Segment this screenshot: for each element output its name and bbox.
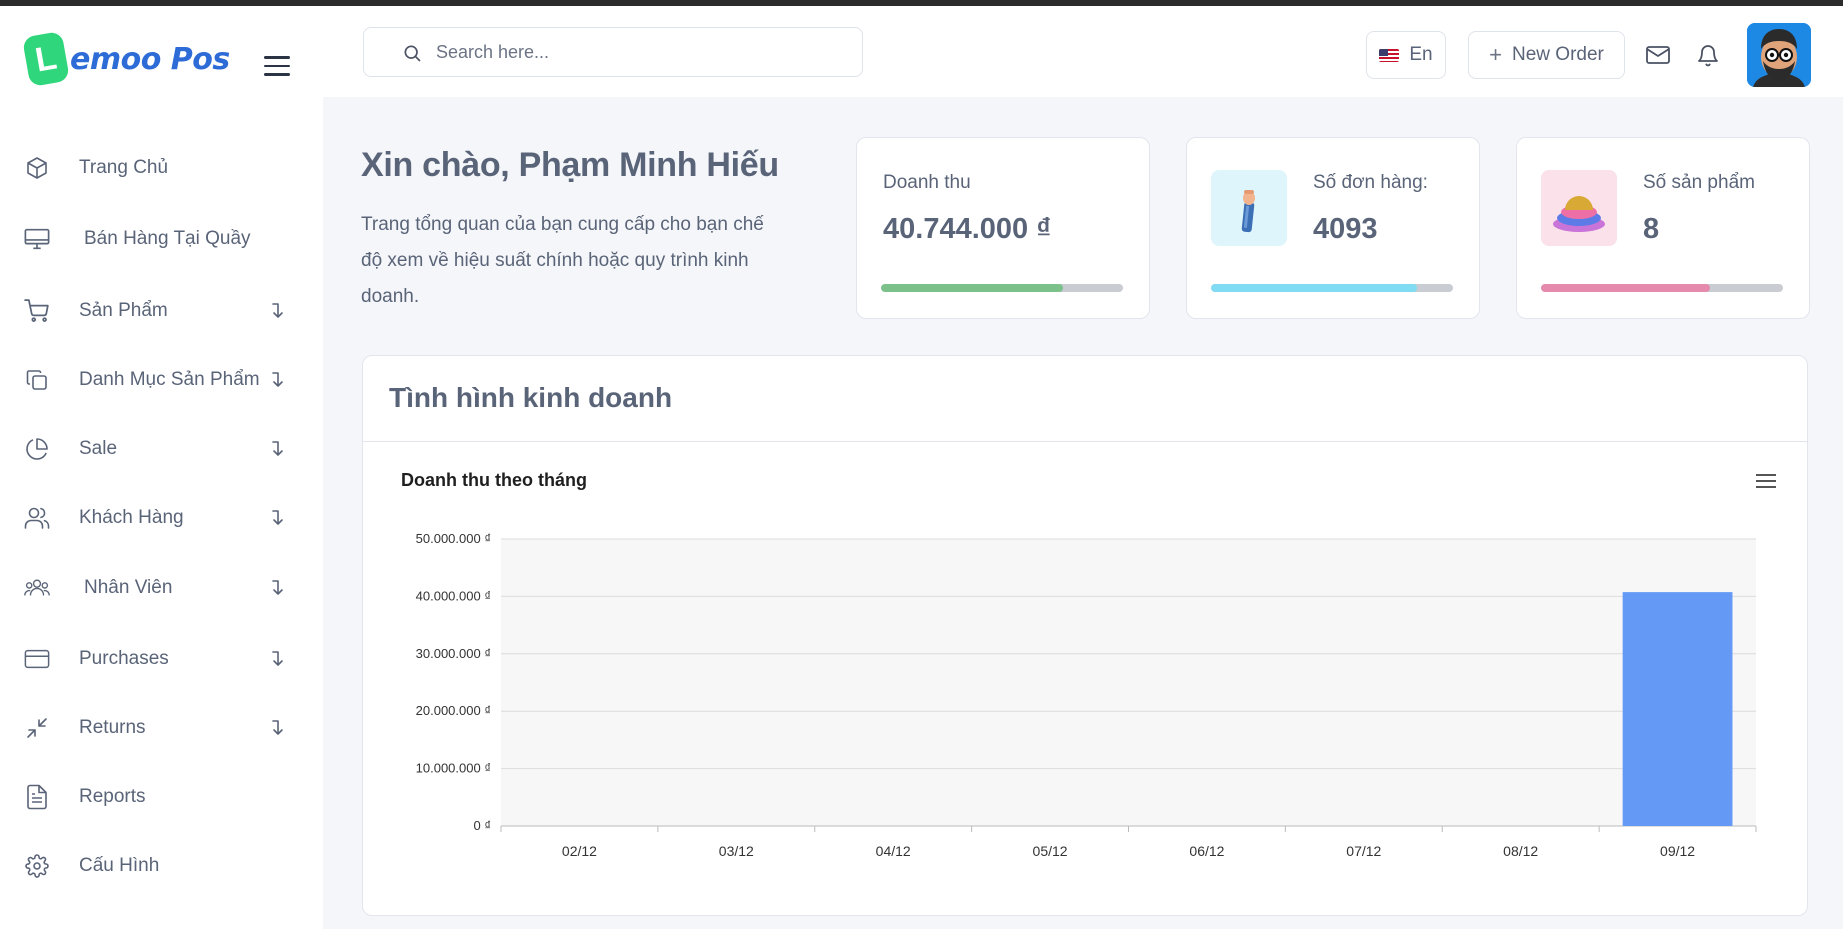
orders-illustration: [1211, 170, 1287, 246]
products-illustration: [1541, 170, 1617, 246]
avatar-image: [1747, 23, 1811, 87]
page-title: Xin chào, Phạm Minh Hiếu: [361, 146, 779, 184]
sidebar-item-label: Reports: [79, 786, 146, 807]
revenue-title: Doanh thu: [883, 172, 971, 193]
logo-badge: L: [21, 30, 71, 88]
sidebar-item-cau-hinh[interactable]: Cấu Hình: [0, 840, 323, 892]
us-flag-icon: [1379, 48, 1400, 62]
sidebar-item-label: Cấu Hình: [79, 855, 160, 876]
x-tick-label: 07/12: [1346, 843, 1381, 859]
bar: [1622, 592, 1733, 826]
page-description: Trang tổng quan của bạn cung cấp cho bạn…: [361, 214, 764, 307]
x-tick-label: 03/12: [719, 843, 754, 859]
top-bar: En + New Order: [323, 6, 1843, 97]
brand-logo[interactable]: L emoo Pos: [21, 30, 230, 88]
bell-icon[interactable]: [1695, 42, 1721, 68]
revenue-value: 40.744.000 ₫: [883, 213, 1052, 245]
chevron-turn-icon: [272, 303, 283, 318]
y-tick-label: 20.000.000 ₫: [416, 703, 491, 718]
sidebar-item-purchases[interactable]: Purchases: [0, 633, 323, 685]
sidebar-item-danh-muc[interactable]: Danh Mục Sản Phẩm: [0, 354, 323, 406]
products-title: Số sản phẩm: [1643, 172, 1755, 193]
products-progress-track: [1541, 284, 1783, 292]
search-box[interactable]: [363, 27, 863, 77]
language-label: En: [1409, 44, 1433, 65]
orders-value: 4093: [1313, 213, 1378, 245]
x-tick-label: 08/12: [1503, 843, 1538, 859]
new-order-label: New Order: [1512, 44, 1604, 65]
sidebar-item-returns[interactable]: Returns: [0, 702, 323, 754]
sidebar-item-label: Returns: [79, 717, 146, 738]
business-panel: Tình hình kinh doanh Doanh thu theo thán…: [362, 355, 1808, 916]
sidebar-item-label: Danh Mục Sản Phẩm: [79, 369, 260, 390]
sidebar: L emoo Pos Trang Chủ Bán Hàng Tại Quầy S…: [0, 6, 323, 929]
x-tick-label: 02/12: [562, 843, 597, 859]
chevron-turn-icon: [272, 720, 283, 735]
y-tick-label: 50.000.000 ₫: [416, 531, 491, 546]
sidebar-item-label: Khách Hàng: [79, 507, 184, 528]
team-icon: [24, 575, 50, 601]
revenue-progress-fill: [881, 284, 1063, 292]
sidebar-item-khach-hang[interactable]: Khách Hàng: [0, 492, 323, 544]
chevron-turn-icon: [272, 372, 283, 387]
revenue-card: Doanh thu 40.744.000 ₫: [856, 137, 1150, 319]
chevron-turn-icon: [272, 580, 283, 595]
sidebar-item-label: Purchases: [79, 648, 169, 669]
sidebar-item-label: Bán Hàng Tại Quầy: [84, 228, 251, 249]
search-icon: [404, 45, 421, 62]
chevron-turn-icon: [272, 510, 283, 525]
sidebar-item-nhan-vien[interactable]: Nhân Viên: [0, 562, 323, 614]
user-avatar[interactable]: [1747, 23, 1811, 87]
orders-title: Số đơn hàng:: [1313, 172, 1428, 193]
sidebar-item-san-pham[interactable]: Sản Phẩm: [0, 285, 323, 337]
plot-area: [501, 539, 1756, 826]
products-value: 8: [1643, 213, 1660, 245]
language-selector[interactable]: En: [1366, 31, 1446, 79]
y-tick-label: 30.000.000 ₫: [416, 646, 491, 661]
y-tick-label: 40.000.000 ₫: [416, 588, 491, 603]
sidebar-item-ban-hang[interactable]: Bán Hàng Tại Quầy: [0, 213, 323, 265]
menu-toggle-icon[interactable]: [264, 56, 290, 76]
revenue-progress-track: [881, 284, 1123, 292]
brand-name: emoo Pos: [70, 41, 230, 77]
plus-icon: +: [1489, 42, 1502, 67]
sidebar-item-sale[interactable]: Sale: [0, 423, 323, 475]
chevron-turn-icon: [272, 651, 283, 666]
sidebar-item-label: Trang Chủ: [79, 157, 169, 178]
sidebar-item-trang-chu[interactable]: Trang Chủ: [0, 142, 323, 194]
sidebar-item-label: Sale: [79, 438, 118, 459]
revenue-chart: 0 ₫ 10.000.000 ₫ 20.000.000 ₫ 30.000.000 ₫ 4…: [416, 531, 1757, 859]
sidebar-item-label: Sản Phẩm: [79, 300, 168, 321]
x-tick-label: 04/12: [876, 843, 911, 859]
products-progress-fill: [1541, 284, 1711, 292]
mail-icon[interactable]: [1645, 42, 1671, 68]
y-tick-label: 0 ₫: [473, 818, 491, 833]
cart-icon: [24, 298, 50, 324]
file-text-icon: [24, 784, 50, 810]
chevron-turn-icon: [272, 441, 283, 456]
gear-icon: [24, 853, 50, 879]
search-input[interactable]: [436, 38, 836, 66]
credit-card-icon: [24, 646, 50, 672]
products-card: Số sản phẩm 8: [1516, 137, 1810, 319]
sidebar-item-label: Nhân Viên: [84, 577, 173, 598]
cube-icon: [24, 155, 50, 181]
y-tick-label: 10.000.000 ₫: [416, 761, 491, 776]
x-tick-label: 05/12: [1033, 843, 1068, 859]
new-order-button[interactable]: + New Order: [1468, 31, 1625, 79]
orders-progress-fill: [1211, 284, 1417, 292]
orders-card: Số đơn hàng: 4093: [1186, 137, 1480, 319]
x-tick-label: 06/12: [1189, 843, 1224, 859]
monitor-icon: [24, 226, 50, 252]
greeting-section: Xin chào, Phạm Minh Hiếu Trang tổng quan…: [361, 146, 781, 315]
copy-icon: [24, 367, 50, 393]
x-tick-label: 09/12: [1660, 843, 1695, 859]
pie-chart-icon: [24, 436, 50, 462]
app-window: L emoo Pos Trang Chủ Bán Hàng Tại Quầy S…: [0, 6, 1843, 929]
users-icon: [24, 505, 50, 531]
minimize-icon: [24, 715, 50, 741]
sidebar-item-reports[interactable]: Reports: [0, 771, 323, 823]
orders-progress-track: [1211, 284, 1453, 292]
